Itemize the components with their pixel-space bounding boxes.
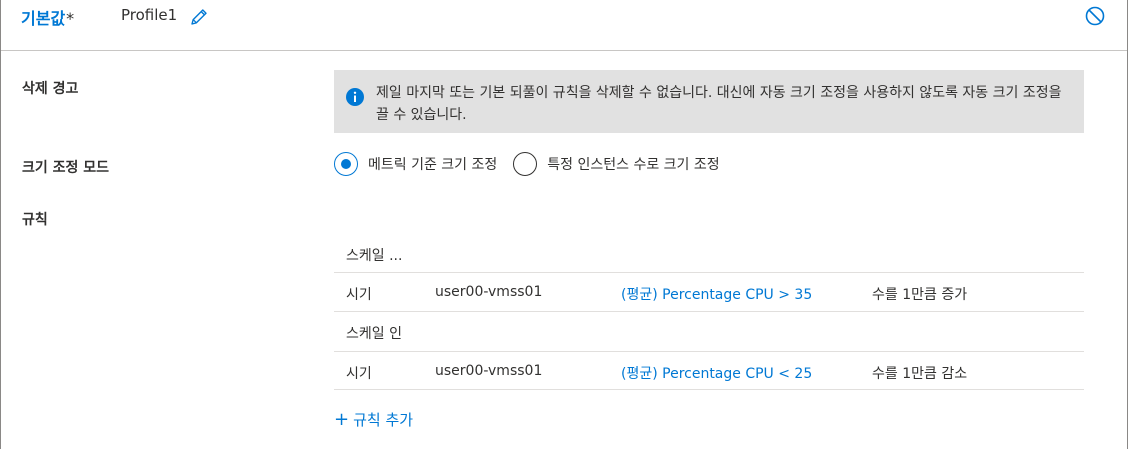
rule-group-header: 스케일 ... bbox=[334, 234, 1084, 273]
rules-table: 스케일 ... 시기 user00-vmss01 (평균) Percentage… bbox=[334, 234, 1084, 390]
rule-metric-link[interactable]: (평균) Percentage CPU < 25 bbox=[621, 363, 812, 383]
add-rule-button[interactable]: + 규칙 추가 bbox=[334, 409, 413, 430]
add-rule-label: 규칙 추가 bbox=[353, 411, 414, 429]
rule-when: 시기 bbox=[346, 366, 372, 382]
rule-group-header: 스케일 인 bbox=[334, 312, 1084, 351]
radio-scale-to-instance-count[interactable]: 특정 인스턴스 수로 크기 조정 bbox=[513, 152, 720, 176]
radio-dot bbox=[341, 159, 351, 169]
default-label: 기본값* bbox=[21, 5, 74, 29]
scale-mode-radio-group: 메트릭 기준 크기 조정 특정 인스턴스 수로 크기 조정 bbox=[334, 151, 736, 177]
radio-label-scale-to-instance-count: 특정 인스턴스 수로 크기 조정 bbox=[547, 157, 720, 173]
delete-warning-info-box: 제일 마지막 또는 기본 되풀이 규칙을 삭제할 수 없습니다. 대신에 자동 … bbox=[334, 70, 1084, 133]
pencil-icon[interactable] bbox=[188, 6, 210, 28]
delete-warning-label: 삭제 경고 bbox=[22, 81, 79, 97]
rule-action: 수를 1만큼 감소 bbox=[872, 366, 968, 382]
rule-row[interactable]: 시기 user00-vmss01 (평균) Percentage CPU < 2… bbox=[334, 351, 1084, 390]
circle-slash-icon[interactable] bbox=[1084, 5, 1106, 27]
radio-button-checked[interactable] bbox=[334, 152, 358, 176]
scale-mode-label: 크기 조정 모드 bbox=[22, 160, 110, 176]
radio-button-unchecked[interactable] bbox=[513, 152, 538, 176]
rule-resource: user00-vmss01 bbox=[435, 363, 543, 379]
rule-group-title: 스케일 인 bbox=[346, 326, 402, 342]
radio-scale-by-metric[interactable]: 메트릭 기준 크기 조정 bbox=[334, 152, 497, 176]
rule-group-title: 스케일 ... bbox=[346, 248, 403, 264]
delete-warning-message: 제일 마지막 또는 기본 되풀이 규칙을 삭제할 수 없습니다. 대신에 자동 … bbox=[376, 85, 1062, 123]
autoscale-profile-panel: 기본값* Profile1 삭제 경고 제일 마지막 또는 기본 되풀이 규칙을… bbox=[0, 0, 1128, 449]
default-label-text: 기본값 bbox=[21, 9, 66, 28]
rule-resource: user00-vmss01 bbox=[435, 284, 543, 300]
rule-action: 수를 1만큼 증가 bbox=[872, 287, 968, 303]
profile-name[interactable]: Profile1 bbox=[121, 6, 177, 24]
rules-label: 규칙 bbox=[22, 212, 48, 228]
plus-icon: + bbox=[334, 408, 350, 430]
rule-row[interactable]: 시기 user00-vmss01 (평균) Percentage CPU > 3… bbox=[334, 273, 1084, 312]
info-icon bbox=[345, 87, 365, 107]
required-mark: * bbox=[66, 9, 75, 28]
radio-label-scale-by-metric: 메트릭 기준 크기 조정 bbox=[368, 157, 498, 173]
rule-metric-link[interactable]: (평균) Percentage CPU > 35 bbox=[621, 284, 812, 304]
profile-header: 기본값* Profile1 bbox=[1, 0, 1127, 51]
rule-when: 시기 bbox=[346, 287, 372, 303]
